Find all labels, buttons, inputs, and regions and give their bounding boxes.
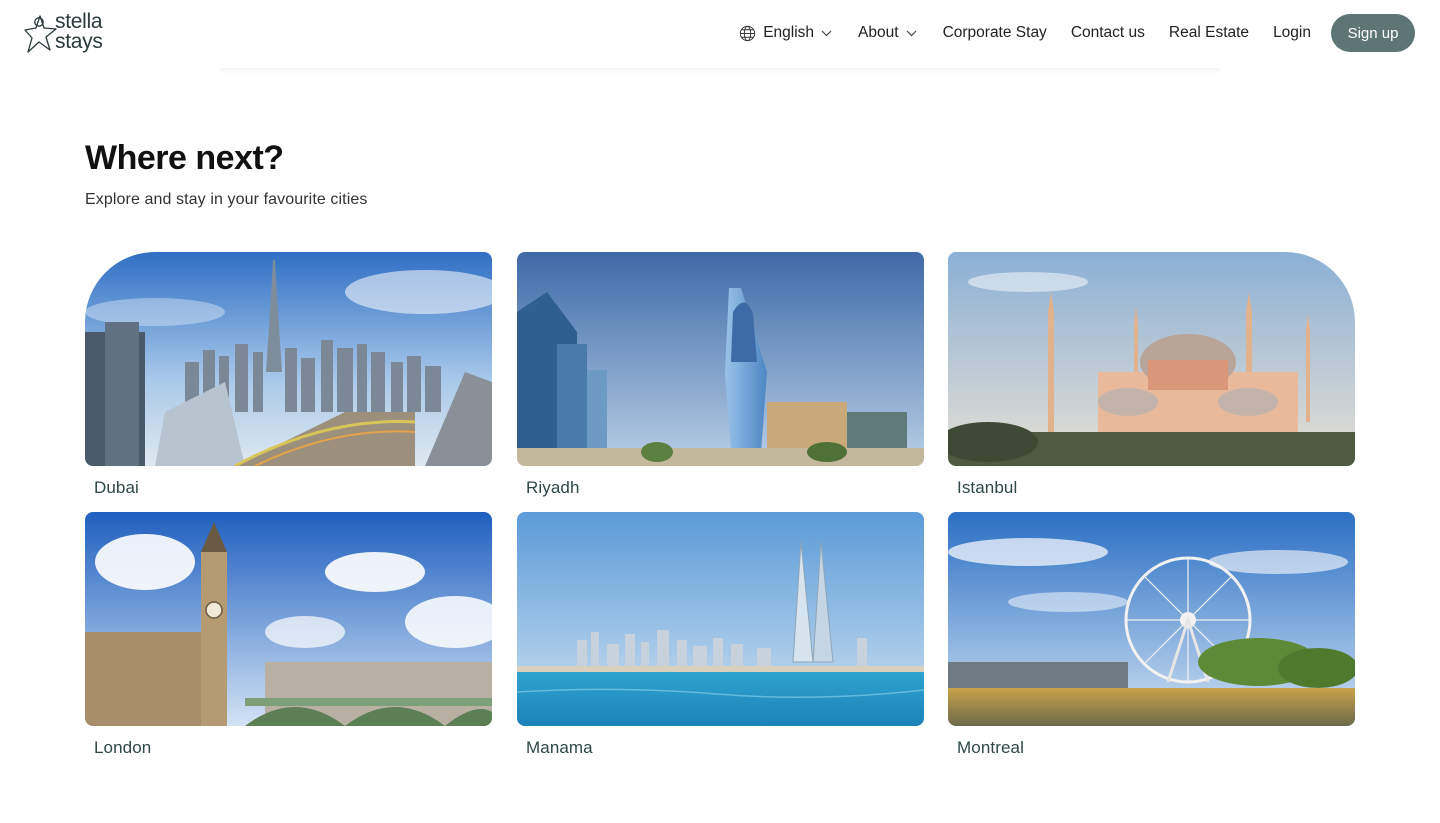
brand-line-1: stella [55,10,103,33]
chevron-down-icon [906,30,917,37]
about-menu[interactable]: About [858,24,917,42]
chevron-down-icon [821,30,832,37]
about-label: About [858,24,899,41]
city-image-riyadh [517,252,924,466]
city-name-istanbul: Istanbul [957,478,1018,497]
city-name-london: London [94,738,152,757]
city-card-manama[interactable]: Manama [517,512,924,764]
login-link[interactable]: Login [1273,24,1311,42]
city-image-montreal [948,512,1355,726]
brand-wordmark: stella stays [55,10,103,53]
brand-line-2: stays [55,30,103,53]
city-image-dubai [85,252,492,466]
site-header: stella stays English About Corporate Sta… [0,0,1440,68]
city-card-montreal[interactable]: Montreal [948,512,1355,764]
city-image-manama [517,512,924,726]
star-logo-icon [24,15,57,53]
nav-link-real-estate[interactable]: Real Estate [1169,24,1249,42]
nav-link-corporate-stay[interactable]: Corporate Stay [943,24,1047,42]
city-card-istanbul[interactable]: Istanbul [948,252,1355,504]
signup-button[interactable]: Sign up [1331,14,1415,52]
city-name-montreal: Montreal [957,738,1024,757]
city-card-dubai[interactable]: Dubai [85,252,492,504]
city-name-dubai: Dubai [94,478,139,497]
language-selector[interactable]: English [739,24,832,42]
section-subtitle: Explore and stay in your favourite citie… [85,191,368,208]
city-name-riyadh: Riyadh [526,478,580,497]
city-name-manama: Manama [526,738,593,757]
city-image-istanbul [948,252,1355,466]
city-card-london[interactable]: London [85,512,492,764]
header-divider [220,68,1220,74]
city-card-riyadh[interactable]: Riyadh [517,252,924,504]
language-label: English [763,24,815,41]
main-nav: English About Corporate Stay Contact us … [739,14,1415,52]
nav-link-contact[interactable]: Contact us [1071,24,1145,42]
globe-icon [739,25,756,42]
section-title: Where next? [85,139,284,177]
brand-logo[interactable]: stella stays [24,10,114,58]
city-image-london [85,512,492,726]
